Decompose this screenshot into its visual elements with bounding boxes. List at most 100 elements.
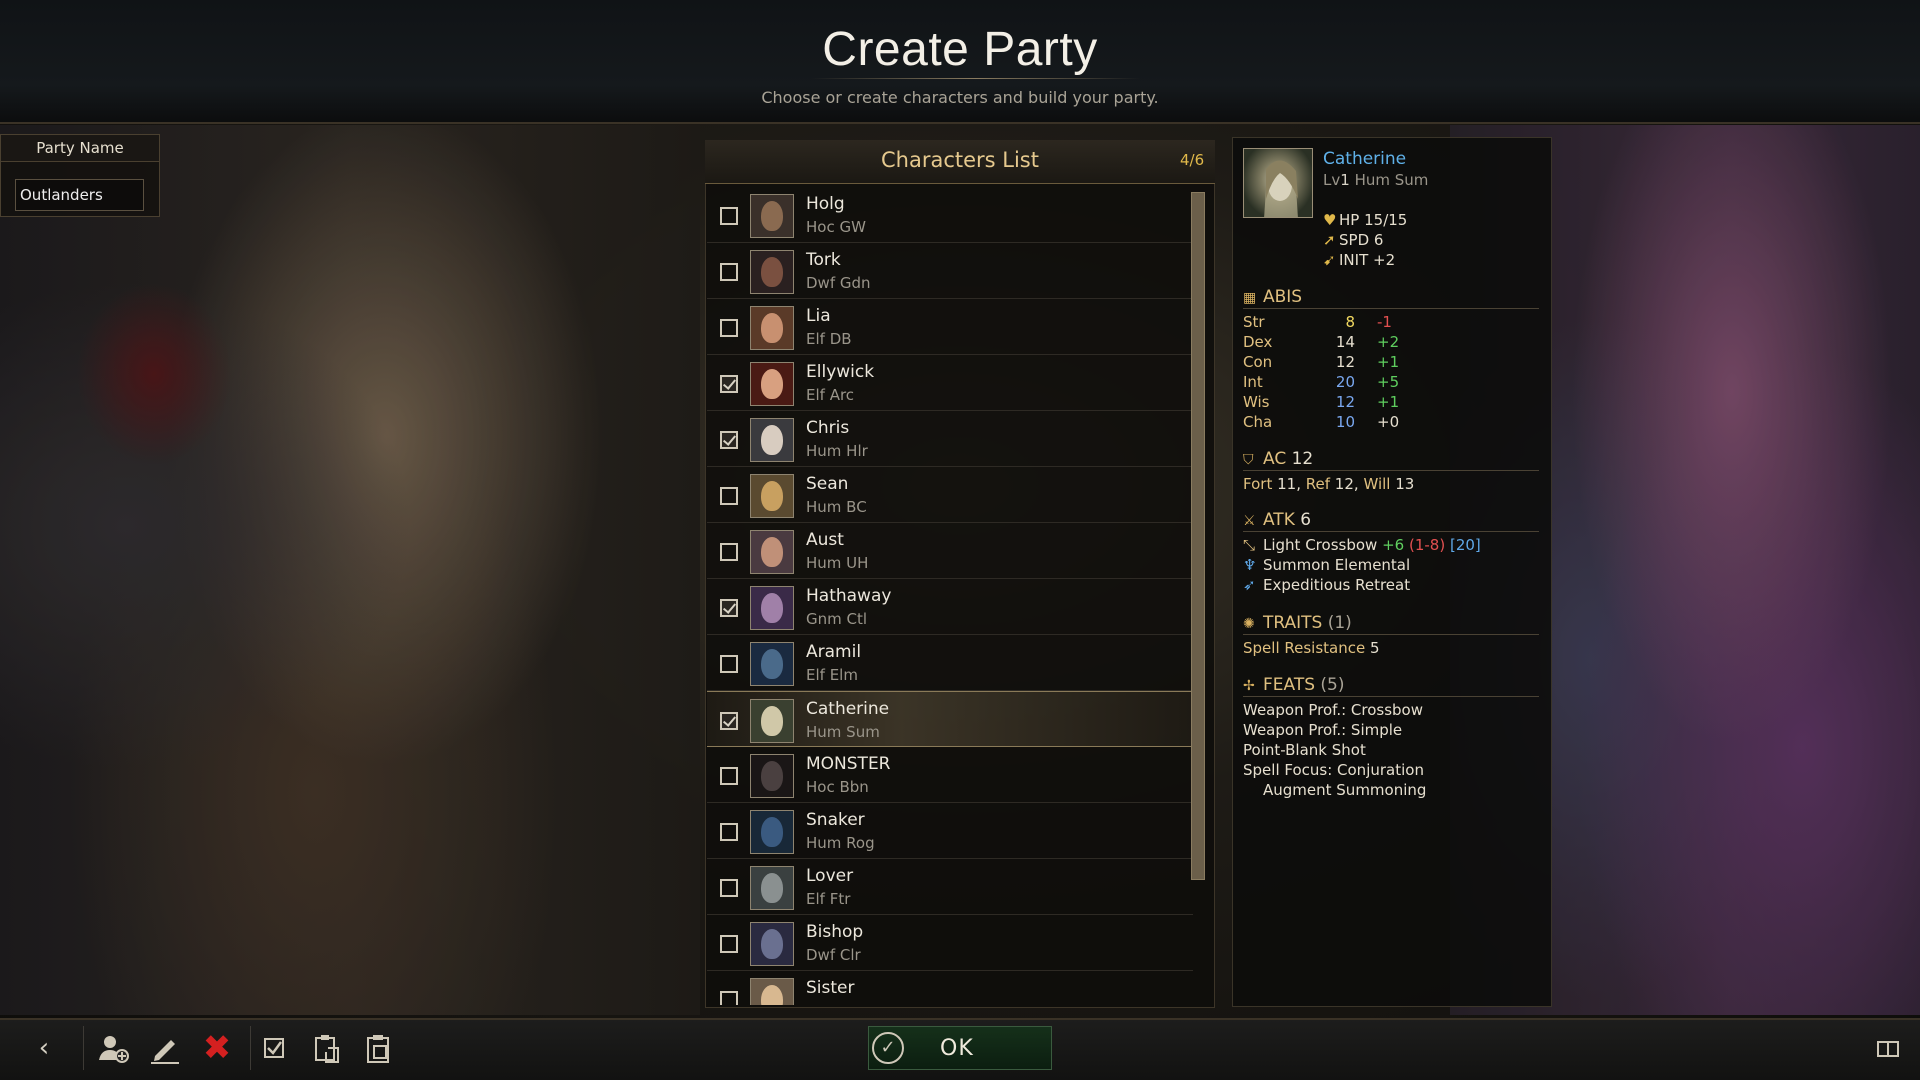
saves-line: Fort 11, Ref 12, Will 13 (1243, 475, 1414, 493)
character-row[interactable]: Catherine Hum Sum (707, 691, 1193, 747)
checkbox-icon[interactable] (256, 1030, 292, 1066)
portrait-face (761, 201, 783, 231)
init-label: INIT (1339, 251, 1369, 269)
paste-clipboard-icon[interactable] (360, 1030, 396, 1066)
copy-clipboard-glyph (315, 1035, 339, 1063)
spell-line-2[interactable]: ➶ Expeditious Retreat (1243, 576, 1410, 594)
character-class: Hum BC (806, 498, 867, 516)
hp-label: HP (1339, 211, 1360, 229)
character-row[interactable]: Holg Hoc GW (707, 187, 1193, 243)
character-row[interactable]: Sean Hum BC (707, 467, 1193, 523)
spell-line-1[interactable]: ♆ Summon Elemental (1243, 556, 1410, 574)
character-checkbox[interactable] (720, 823, 738, 841)
spd-stat: ➚ SPD 6 (1323, 231, 1383, 249)
character-portrait (750, 642, 794, 686)
character-row[interactable]: Ellywick Elf Arc (707, 355, 1193, 411)
character-portrait (750, 699, 794, 743)
paste-clipboard-glyph (367, 1035, 389, 1063)
party-name-input[interactable] (15, 179, 144, 211)
delete-x-icon[interactable]: ✖ (199, 1030, 235, 1066)
ability-value: 14 (1335, 333, 1355, 351)
detail-name[interactable]: Catherine (1323, 149, 1406, 169)
atk-label: ATK (1263, 510, 1295, 530)
character-name: Sean (806, 474, 849, 494)
character-row[interactable]: Aust Hum UH (707, 523, 1193, 579)
portrait-face (761, 761, 783, 791)
back-arrow-icon[interactable]: ‹ (26, 1030, 62, 1066)
toolbar-divider (83, 1026, 84, 1070)
character-checkbox[interactable] (720, 543, 738, 561)
character-class: Dwf Clr (806, 946, 861, 964)
fort-value: 11, (1277, 475, 1301, 493)
portrait-face (761, 313, 783, 343)
abis-section-header: ▦ ABIS (1243, 287, 1539, 309)
character-portrait (750, 586, 794, 630)
character-class: Elf Elm (806, 666, 858, 684)
character-class: Elf Arc (806, 386, 855, 404)
copy-clipboard-icon[interactable] (308, 1030, 344, 1066)
character-class: Hoc GW (806, 218, 866, 236)
character-checkbox[interactable] (720, 767, 738, 785)
crossbow-icon: ⤡ (1243, 536, 1256, 554)
feats-section-header: ✢ FEATS (5) (1243, 675, 1539, 697)
atk-section-header: ⚔ ATK 6 (1243, 510, 1539, 532)
character-checkbox[interactable] (720, 991, 738, 1005)
character-class: Gnm Ctl (806, 610, 868, 628)
character-row[interactable]: Lia Elf DB (707, 299, 1193, 355)
init-stat: ➹ INIT +2 (1323, 251, 1395, 269)
character-class: Hum Rog (806, 834, 875, 852)
will-label: Will (1363, 475, 1391, 493)
character-checkbox[interactable] (720, 487, 738, 505)
character-checkbox[interactable] (720, 263, 738, 281)
abis-title: ABIS (1263, 287, 1303, 307)
hp-value: 15/15 (1364, 211, 1408, 229)
ability-value: 10 (1335, 413, 1355, 431)
character-row[interactable]: Snaker Hum Rog (707, 803, 1193, 859)
initiative-icon: ➹ (1323, 251, 1336, 269)
weapon-crit: [20] (1449, 536, 1481, 554)
add-character-icon[interactable] (95, 1030, 131, 1066)
portrait-face (761, 929, 783, 959)
traits-section-header: ✺ TRAITS (1) (1243, 613, 1539, 635)
character-name: Bishop (806, 922, 864, 942)
character-name: Hathaway (806, 586, 892, 606)
character-checkbox[interactable] (720, 935, 738, 953)
portrait-face (761, 369, 783, 399)
character-row[interactable]: Lover Elf Ftr (707, 859, 1193, 915)
character-checkbox[interactable] (720, 712, 738, 730)
character-checkbox[interactable] (720, 319, 738, 337)
character-checkbox[interactable] (720, 879, 738, 897)
list-scrollbar[interactable] (1191, 192, 1205, 880)
character-row[interactable]: Hathaway Gnm Ctl (707, 579, 1193, 635)
character-row[interactable]: MONSTER Hoc Bbn (707, 747, 1193, 803)
character-portrait (750, 418, 794, 462)
character-checkbox[interactable] (720, 655, 738, 673)
portrait-face (761, 985, 783, 1005)
class-value: Hum Sum (1354, 171, 1429, 189)
characters-list-title: Characters List (880, 148, 1039, 172)
character-checkbox[interactable] (720, 375, 738, 393)
book-icon[interactable] (1877, 1041, 1899, 1057)
party-name-label: Party Name (0, 134, 160, 162)
character-checkbox[interactable] (720, 431, 738, 449)
add-character-glyph (99, 1036, 129, 1063)
character-row[interactable]: Sister (707, 971, 1193, 1005)
ability-modifier: +0 (1377, 413, 1400, 431)
running-icon: ➚ (1323, 231, 1336, 249)
feat-item-sub: Augment Summoning (1263, 781, 1427, 799)
character-row[interactable]: Bishop Dwf Clr (707, 915, 1193, 971)
character-checkbox[interactable] (720, 207, 738, 225)
character-class: Hum Sum (806, 723, 880, 741)
retreat-icon: ➶ (1243, 576, 1256, 594)
character-row[interactable]: Tork Dwf Gdn (707, 243, 1193, 299)
ability-modifier: +5 (1377, 373, 1400, 391)
character-row[interactable]: Aramil Elf Elm (707, 635, 1193, 691)
character-checkbox[interactable] (720, 599, 738, 617)
ability-name: Str (1243, 313, 1265, 331)
edit-pencil-icon[interactable] (147, 1030, 183, 1066)
character-name: Chris (806, 418, 850, 438)
heart-icon: ♥ (1323, 211, 1337, 229)
character-name: Snaker (806, 810, 865, 830)
character-row[interactable]: Chris Hum Hlr (707, 411, 1193, 467)
ability-row: Int 20 +5 (1243, 373, 1443, 393)
